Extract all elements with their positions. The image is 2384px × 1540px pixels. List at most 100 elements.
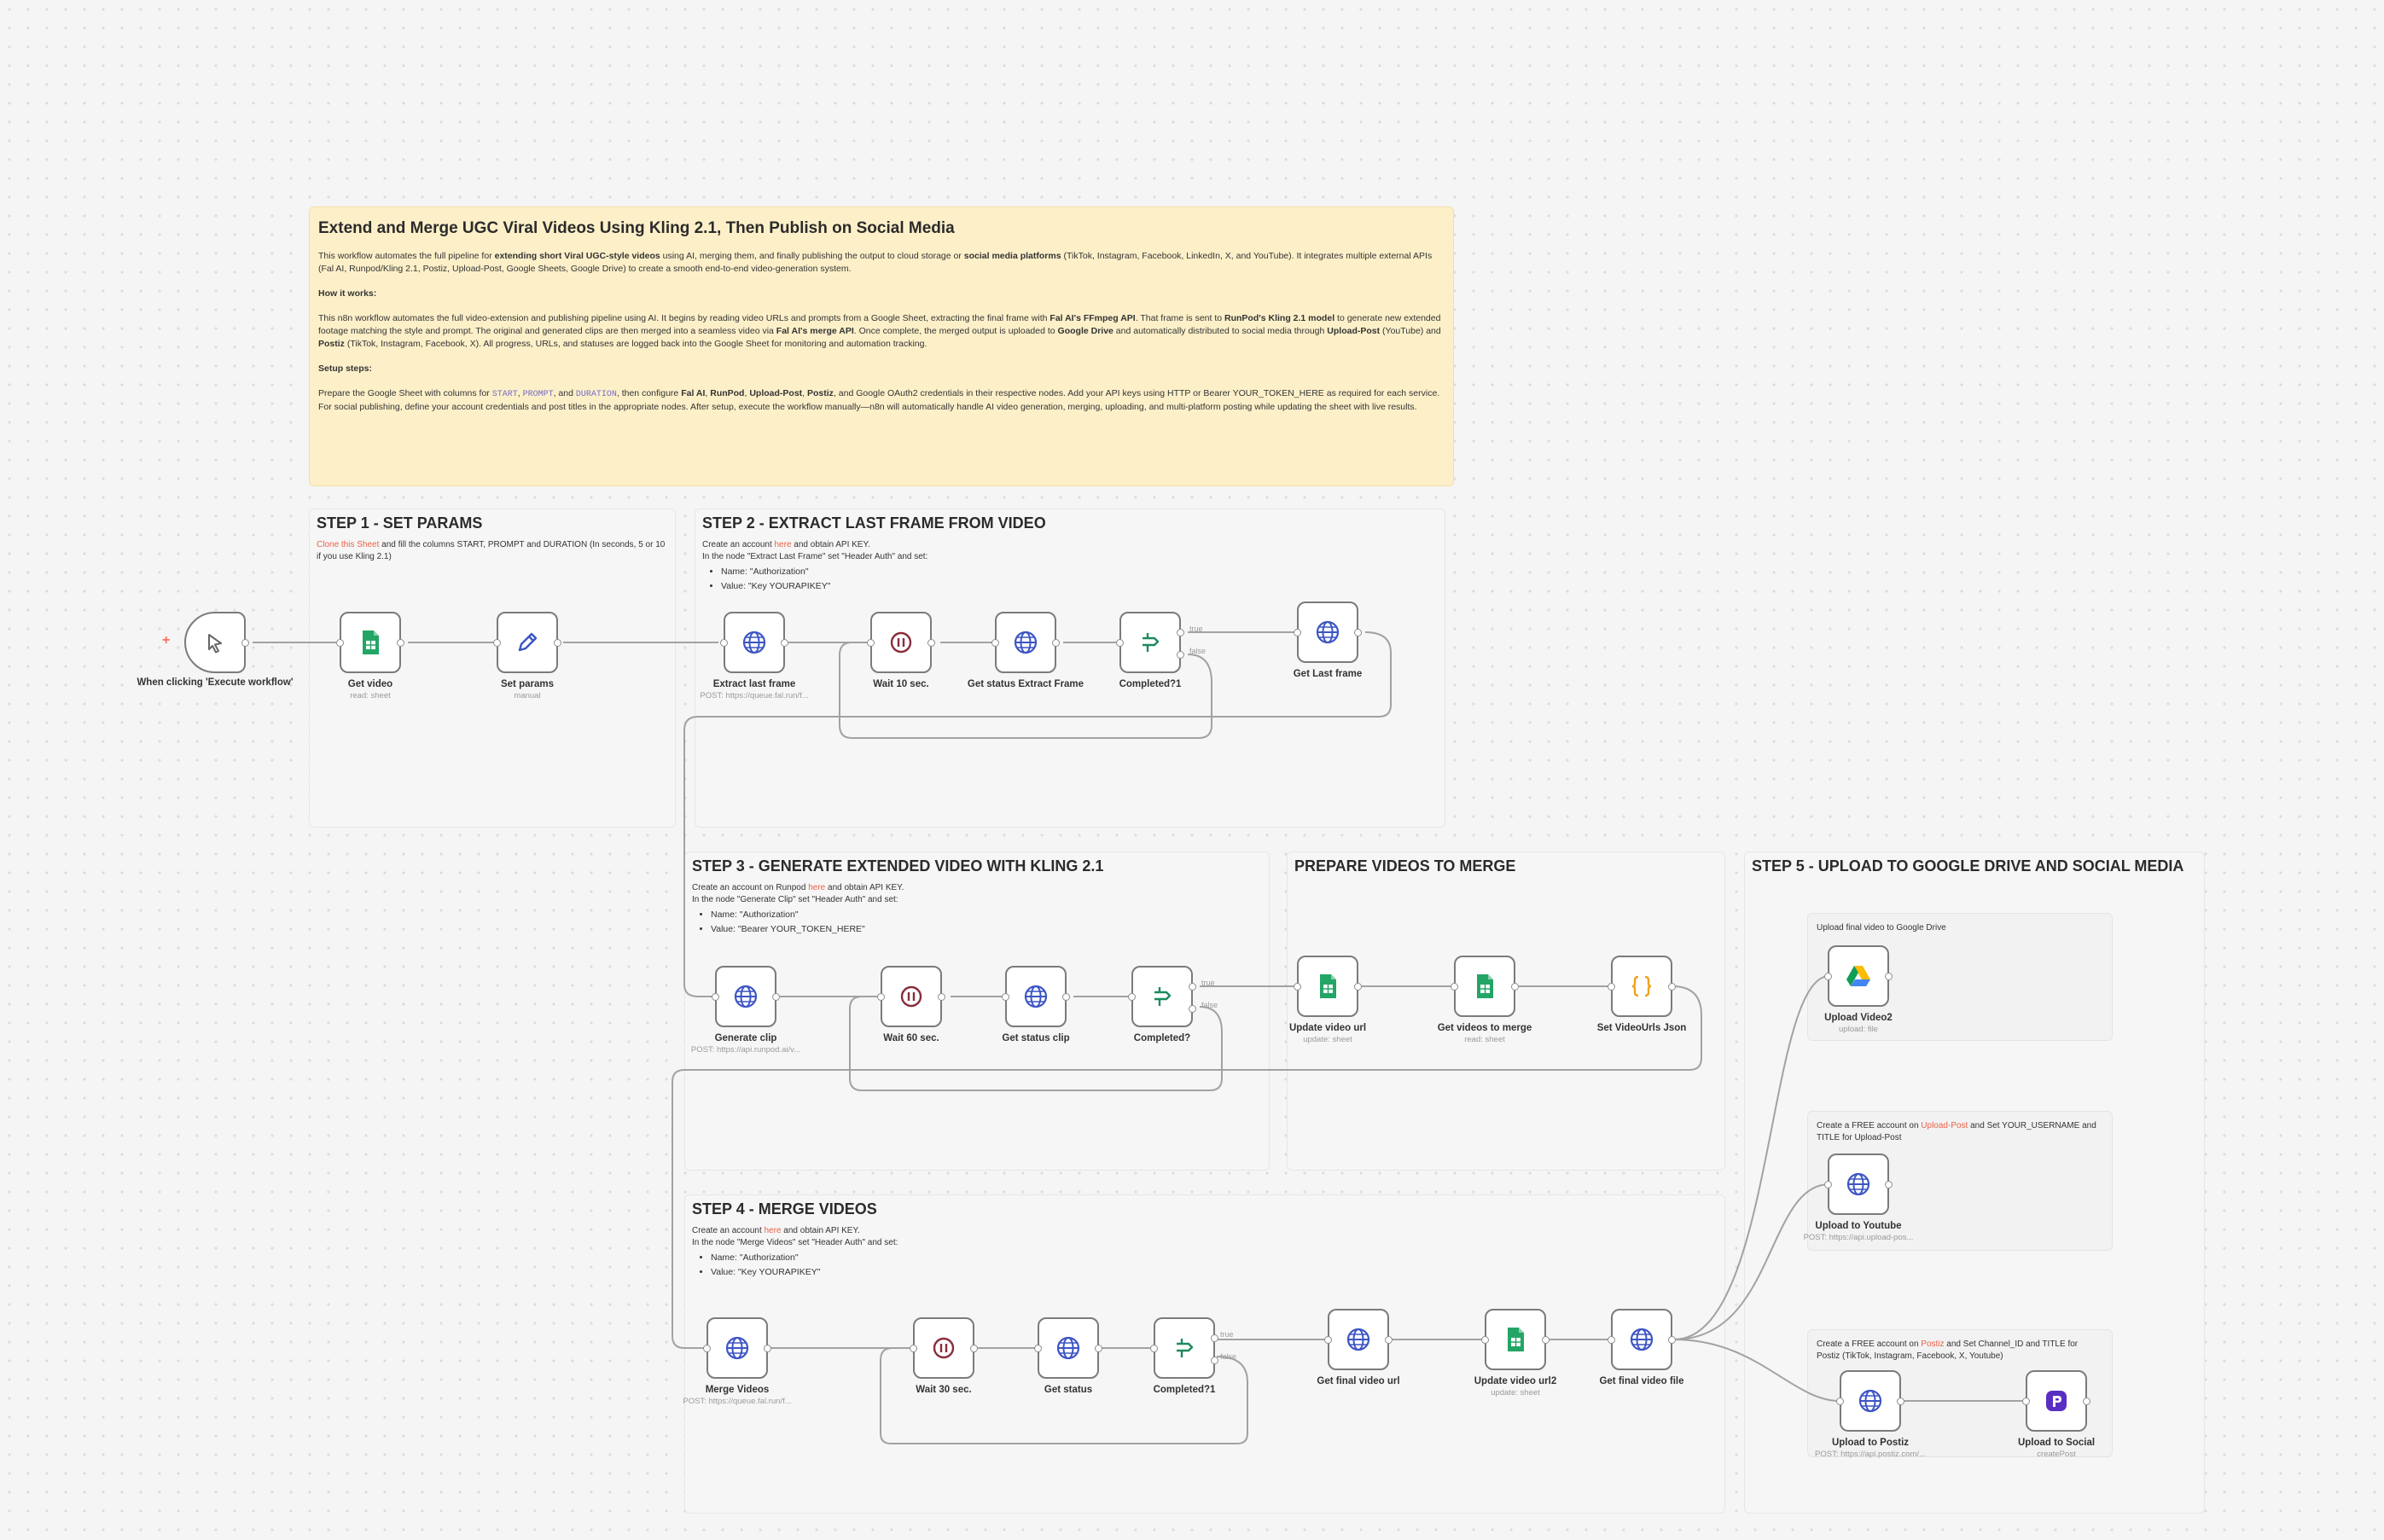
input-port[interactable]: [1150, 1345, 1158, 1352]
output-port[interactable]: [1385, 1336, 1393, 1344]
node-wait-60-sec[interactable]: [877, 966, 945, 1027]
node-completed-1[interactable]: [1116, 612, 1184, 673]
input-port[interactable]: [1294, 983, 1301, 991]
google-drive-icon: [1846, 966, 1870, 986]
output-port[interactable]: [1885, 973, 1893, 980]
false-output-port[interactable]: [1177, 651, 1184, 659]
input-port[interactable]: [991, 639, 999, 647]
output-port[interactable]: [1052, 639, 1060, 647]
false-output-port[interactable]: [1211, 1357, 1218, 1364]
uploadpost-note-text: Create a FREE account on Upload-Post and…: [1817, 1121, 2096, 1142]
output-port[interactable]: [554, 639, 561, 647]
step3-here-link[interactable]: here: [808, 883, 825, 892]
input-port[interactable]: [2022, 1398, 2030, 1405]
output-port[interactable]: [781, 639, 788, 647]
input-port[interactable]: [1128, 993, 1136, 1001]
true-branch-label: true: [1220, 1330, 1234, 1339]
node-set-params[interactable]: [493, 612, 561, 673]
output-port[interactable]: [1885, 1181, 1893, 1188]
node-get-status-extract-frame[interactable]: [991, 612, 1060, 673]
input-port[interactable]: [1116, 639, 1124, 647]
input-port[interactable]: [1451, 983, 1458, 991]
sticky-note-intro[interactable]: Extend and Merge UGC Viral Videos Using …: [309, 206, 1454, 486]
output-port[interactable]: [2083, 1398, 2090, 1405]
input-port[interactable]: [1294, 629, 1301, 636]
output-port[interactable]: [772, 993, 780, 1001]
output-port[interactable]: [938, 993, 945, 1001]
node-get-last-frame[interactable]: [1294, 601, 1362, 663]
node-get-video[interactable]: [336, 612, 404, 673]
input-port[interactable]: [336, 639, 344, 647]
output-port[interactable]: [241, 639, 249, 647]
node-update-video-url[interactable]: [1294, 956, 1362, 1017]
output-port[interactable]: [1511, 983, 1519, 991]
node-sublabel: update: sheet: [1303, 1035, 1352, 1044]
false-output-port[interactable]: [1189, 1005, 1196, 1013]
node-get-status-clip[interactable]: [1002, 966, 1070, 1027]
output-port[interactable]: [1354, 629, 1362, 636]
node-sublabel: POST: https://queue.fal.run/f...: [700, 691, 809, 700]
node-upload-to-youtube[interactable]: [1824, 1154, 1893, 1215]
input-port[interactable]: [1608, 1336, 1615, 1344]
postiz-link[interactable]: Postiz: [1921, 1340, 1944, 1349]
output-port[interactable]: [1668, 983, 1676, 991]
output-port[interactable]: [1542, 1336, 1550, 1344]
node-get-final-video-file[interactable]: [1608, 1309, 1676, 1370]
uploadpost-link[interactable]: Upload-Post: [1921, 1121, 1968, 1130]
output-port[interactable]: [970, 1345, 978, 1352]
node-get-status[interactable]: [1034, 1317, 1102, 1379]
input-port[interactable]: [703, 1345, 711, 1352]
input-port[interactable]: [1824, 1181, 1832, 1188]
input-port[interactable]: [1608, 983, 1615, 991]
input-port[interactable]: [1836, 1398, 1844, 1405]
output-port[interactable]: [397, 639, 404, 647]
output-port[interactable]: [1062, 993, 1070, 1001]
step4-here-link[interactable]: here: [765, 1226, 782, 1235]
true-output-port[interactable]: [1211, 1334, 1218, 1342]
clone-sheet-link[interactable]: Clone this Sheet: [317, 540, 379, 549]
node-wait-10-sec[interactable]: [867, 612, 935, 673]
true-output-port[interactable]: [1189, 983, 1196, 991]
input-port[interactable]: [720, 639, 728, 647]
node-get-videos-to-merge[interactable]: [1451, 956, 1519, 1017]
workflow-canvas[interactable]: Extend and Merge UGC Viral Videos Using …: [0, 0, 2384, 1540]
node-extract-last-frame[interactable]: [720, 612, 788, 673]
output-port[interactable]: [764, 1345, 771, 1352]
node-wait-30-sec[interactable]: [910, 1317, 978, 1379]
node-set-videourls-json[interactable]: [1608, 956, 1676, 1017]
node-upload-video2[interactable]: [1824, 945, 1893, 1007]
node-merge-videos[interactable]: [703, 1317, 771, 1379]
node-get-final-video-url[interactable]: [1324, 1309, 1393, 1370]
node-completed-2[interactable]: [1150, 1317, 1218, 1379]
input-port[interactable]: [877, 993, 885, 1001]
input-port[interactable]: [712, 993, 719, 1001]
node-sublabel: createPost: [2037, 1450, 2076, 1459]
input-port[interactable]: [493, 639, 501, 647]
drive-note-text: Upload final video to Google Drive: [1817, 923, 1946, 933]
output-port[interactable]: [1668, 1336, 1676, 1344]
pause-icon: [890, 631, 912, 654]
node-manual-trigger[interactable]: [184, 612, 249, 673]
input-port[interactable]: [1034, 1345, 1042, 1352]
input-port[interactable]: [1002, 993, 1009, 1001]
input-port[interactable]: [1824, 973, 1832, 980]
node-completed[interactable]: [1128, 966, 1196, 1027]
step2-here-link[interactable]: here: [775, 540, 792, 549]
node-generate-clip[interactable]: [712, 966, 780, 1027]
output-port[interactable]: [1095, 1345, 1102, 1352]
input-port[interactable]: [910, 1345, 917, 1352]
node-update-video-url2[interactable]: [1481, 1309, 1550, 1370]
input-port[interactable]: [1481, 1336, 1489, 1344]
node-upload-to-social[interactable]: [2022, 1370, 2090, 1432]
add-trigger-plus-icon[interactable]: +: [162, 633, 170, 648]
true-output-port[interactable]: [1177, 629, 1184, 636]
node-sublabel: update: sheet: [1491, 1388, 1540, 1398]
output-port[interactable]: [927, 639, 935, 647]
input-port[interactable]: [867, 639, 875, 647]
node-sublabel: POST: https://api.runpod.ai/v...: [690, 1045, 801, 1055]
output-port[interactable]: [1354, 983, 1362, 991]
node-upload-to-postiz[interactable]: [1836, 1370, 1904, 1432]
input-port[interactable]: [1324, 1336, 1332, 1344]
node-label: Get videos to merge: [1437, 1023, 1532, 1033]
output-port[interactable]: [1897, 1398, 1904, 1405]
